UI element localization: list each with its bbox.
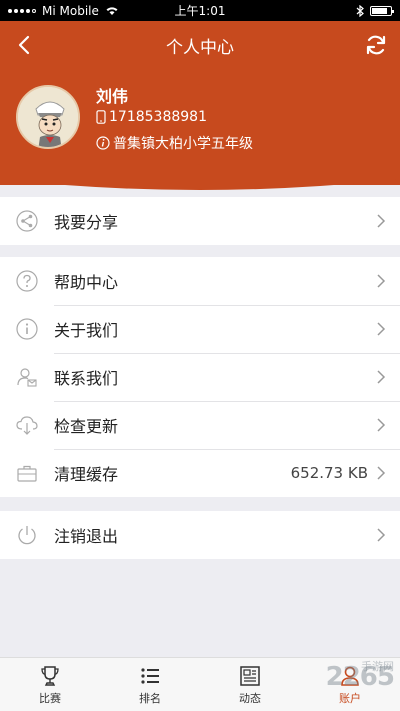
refresh-icon[interactable] [364,33,388,57]
chevron-right-icon [377,214,386,228]
phone-icon [96,110,106,124]
chevron-right-icon [377,274,386,288]
list-icon [141,667,159,684]
avatar[interactable] [16,85,80,149]
carrier-name: Mi Mobile [42,3,99,18]
info-icon [16,318,38,340]
clear-cache-row[interactable]: 清理缓存 652.73 KB [0,449,400,497]
chevron-right-icon [377,528,386,542]
logout-label: 注销退出 [54,527,119,546]
tab-news[interactable]: 动态 [200,658,300,711]
info-icon [96,136,110,150]
tab-ranking[interactable]: 排名 [100,658,200,711]
tab-label: 比赛 [39,691,61,705]
tab-label: 动态 [239,691,261,705]
share-group: 我要分享 [0,197,400,245]
user-phone: 17185388981 [109,109,207,125]
profile-header: 个人中心 刘伟 17185388981 普集镇大柏小学五年级 [0,21,400,185]
about-row[interactable]: 关于我们 [0,305,400,353]
contact-row[interactable]: 联系我们 [0,353,400,401]
signal-icon [8,8,36,13]
contact-icon [17,368,37,387]
cartoon-chef-avatar-image [18,87,78,147]
share-row[interactable]: 我要分享 [0,197,400,245]
cloud-download-icon [16,416,38,435]
power-icon [18,526,36,545]
share-icon [16,210,38,232]
contact-label: 联系我们 [54,369,119,388]
logout-row[interactable]: 注销退出 [0,511,400,559]
chevron-right-icon [377,418,386,432]
chevron-right-icon [377,466,386,480]
site-watermark: 2265 手游网 [326,660,395,692]
chevron-right-icon [377,370,386,384]
tab-label: 排名 [139,691,161,705]
about-label: 关于我们 [54,321,119,340]
help-label: 帮助中心 [54,273,119,292]
watermark-sub: 手游网 [361,660,394,673]
briefcase-icon [17,465,37,482]
update-label: 检查更新 [54,417,119,436]
chevron-right-icon [377,322,386,336]
help-icon [16,270,38,292]
bluetooth-icon [356,4,364,17]
clear-cache-label: 清理缓存 [54,465,119,484]
status-bar: Mi Mobile 上午1:01 [0,0,400,21]
news-icon [240,665,260,686]
user-name: 刘伟 [96,87,129,106]
user-school-row: 普集镇大柏小学五年级 [96,133,253,153]
update-row[interactable]: 检查更新 [0,401,400,449]
help-row[interactable]: 帮助中心 [0,257,400,305]
settings-group: 帮助中心 关于我们 联系我们 检查更新 清理缓存 652.73 KB [0,257,400,497]
user-phone-row: 17185388981 [96,109,207,125]
battery-icon [370,5,394,16]
share-label: 我要分享 [54,213,119,232]
cache-size: 652.73 KB [290,464,368,482]
tab-contest[interactable]: 比赛 [0,658,100,711]
user-school: 普集镇大柏小学五年级 [113,136,253,152]
wifi-icon [106,7,118,15]
page-title: 个人中心 [166,38,234,58]
logout-group: 注销退出 [0,511,400,559]
trophy-icon [41,665,59,686]
